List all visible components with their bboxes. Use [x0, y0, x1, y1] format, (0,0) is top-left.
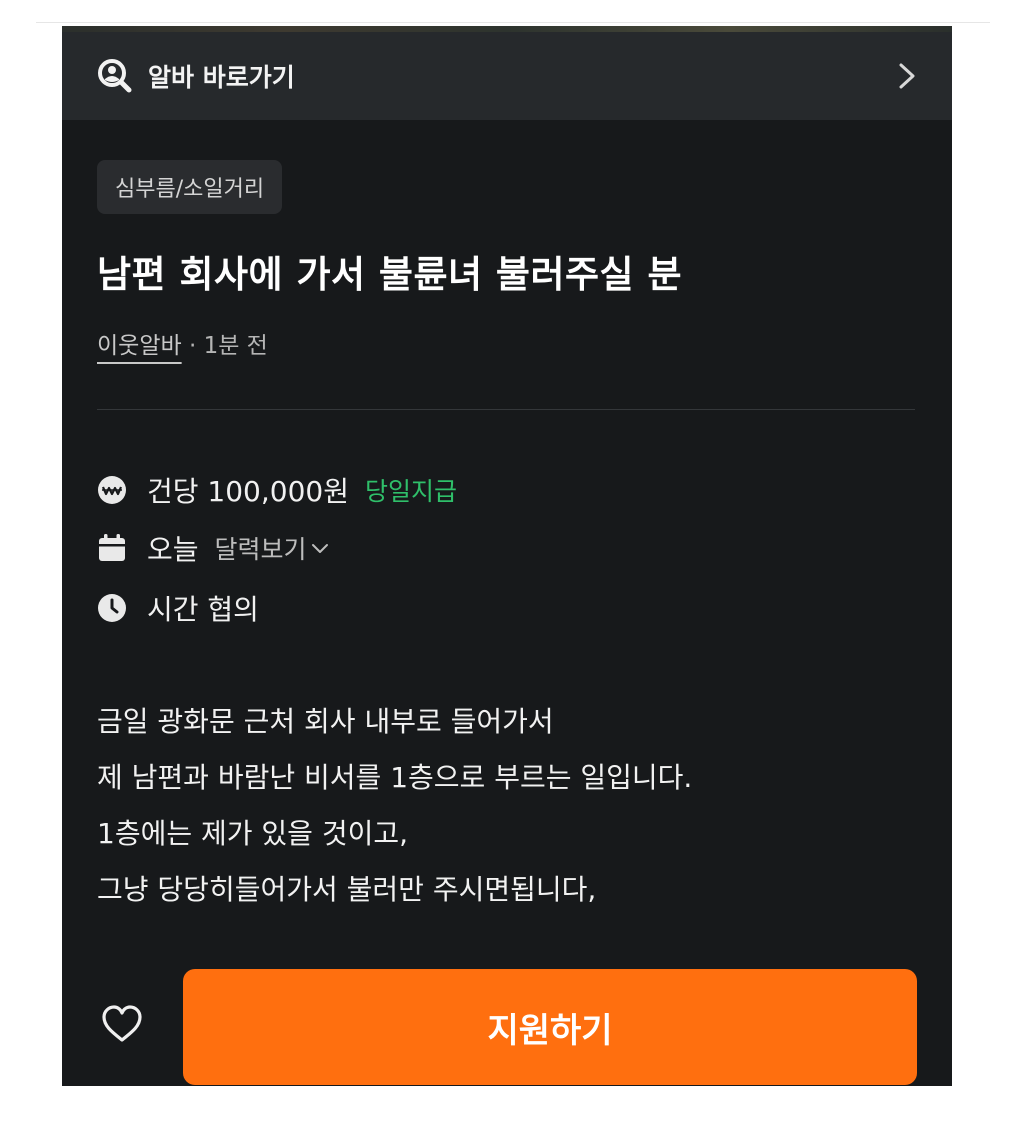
pay-row: 건당 100,000원 당일지급 — [97, 470, 457, 510]
heart-outline-icon — [102, 1005, 142, 1042]
apply-button[interactable]: 지원하기 — [183, 969, 917, 1085]
post-meta: 이웃알바 · 1분 전 — [97, 326, 268, 360]
won-icon — [98, 476, 126, 504]
calendar-icon — [99, 534, 125, 561]
date-row: 오늘 달력보기 — [97, 528, 329, 568]
description-line: 그냥 당당히들어가서 불러만 주시면됩니다, — [97, 873, 597, 906]
time-row: 시간 협의 — [97, 588, 259, 628]
description-line: 금일 광화문 근처 회사 내부로 들어가서 — [97, 705, 554, 738]
post-description: 금일 광화문 근처 회사 내부로 들어가서 제 남편과 바람난 비서를 1층으로… — [97, 694, 927, 918]
page-top-divider — [36, 22, 990, 23]
like-button[interactable] — [98, 1000, 146, 1048]
time-value: 시간 협의 — [147, 593, 259, 626]
clock-icon — [98, 594, 126, 622]
category-tag: 심부름/소일거리 — [97, 160, 283, 214]
search-person-icon — [98, 59, 132, 93]
post-time: 1분 전 — [203, 333, 268, 359]
description-line: 제 남편과 바람난 비서를 1층으로 부르는 일입니다. — [97, 761, 693, 794]
description-line: 1층에는 제가 있을 것이고, — [97, 817, 409, 850]
same-day-pay-badge: 당일지급 — [364, 477, 457, 506]
date-value: 오늘 — [147, 533, 199, 566]
section-divider — [97, 409, 915, 410]
chevron-right-icon — [899, 63, 915, 89]
shortcut-bar[interactable]: 알바 바로가기 — [62, 32, 952, 120]
chevron-down-icon — [311, 544, 328, 553]
pay-amount: 건당 100,000원 — [147, 475, 349, 508]
calendar-toggle-label: 달력보기 — [214, 535, 307, 564]
job-post-screen: 알바 바로가기 심부름/소일거리 남편 회사에 가서 불륜녀 불러주실 분 이웃… — [62, 26, 952, 1086]
post-title: 남편 회사에 가서 불륜녀 불러주실 분 — [97, 253, 683, 296]
poster-link[interactable]: 이웃알바 — [97, 333, 182, 359]
meta-separator: · — [181, 333, 204, 359]
shortcut-label: 알바 바로가기 — [148, 63, 295, 92]
calendar-toggle[interactable]: 달력보기 — [215, 530, 329, 566]
